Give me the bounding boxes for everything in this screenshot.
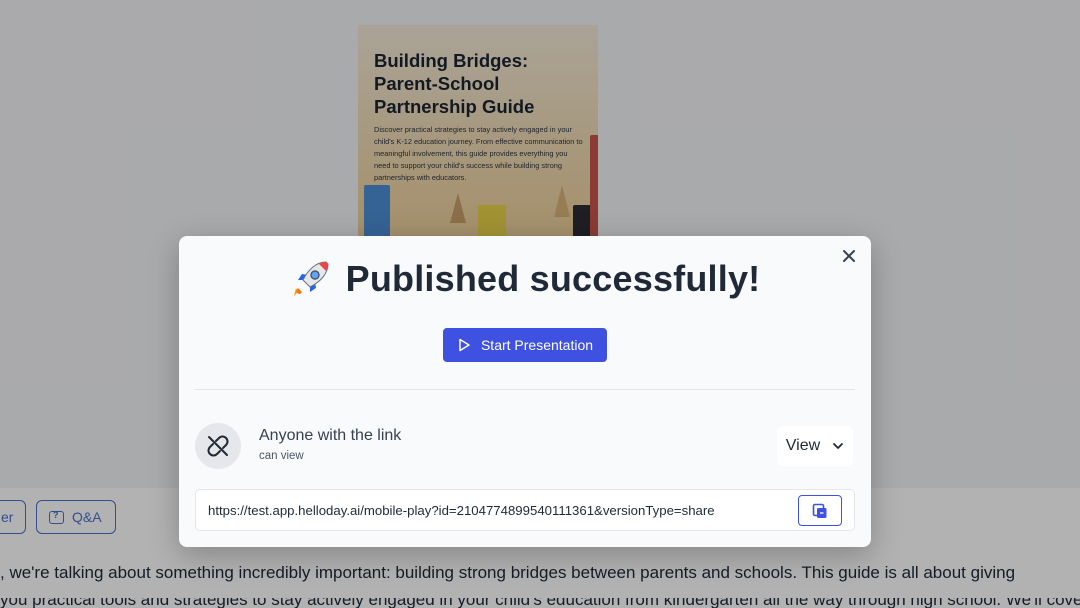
permission-select[interactable]: View: [777, 426, 853, 466]
copy-link-button[interactable]: [798, 495, 842, 526]
permission-value: View: [785, 437, 821, 454]
play-icon: [459, 338, 470, 352]
dialog-heading: Published successfully!: [179, 258, 871, 300]
link-access-row: Anyone with the link can view View: [195, 422, 855, 470]
share-url[interactable]: https://test.app.helloday.ai/mobile-play…: [208, 503, 715, 518]
start-presentation-button[interactable]: Start Presentation: [443, 328, 607, 362]
publish-dialog: Published successfully! Start Presentati…: [179, 236, 871, 547]
access-subtitle: can view: [259, 450, 304, 462]
start-presentation-label: Start Presentation: [480, 337, 594, 353]
dialog-title: Published successfully!: [345, 258, 761, 299]
access-title: Anyone with the link: [259, 427, 402, 444]
link-icon-badge: [195, 423, 241, 469]
unlink-icon: [207, 435, 229, 457]
share-url-field[interactable]: https://test.app.helloday.ai/mobile-play…: [195, 489, 855, 531]
rocket-icon: [293, 261, 329, 296]
chevron-down-icon: [833, 443, 844, 449]
copy-icon: [812, 503, 827, 518]
divider: [195, 389, 855, 390]
